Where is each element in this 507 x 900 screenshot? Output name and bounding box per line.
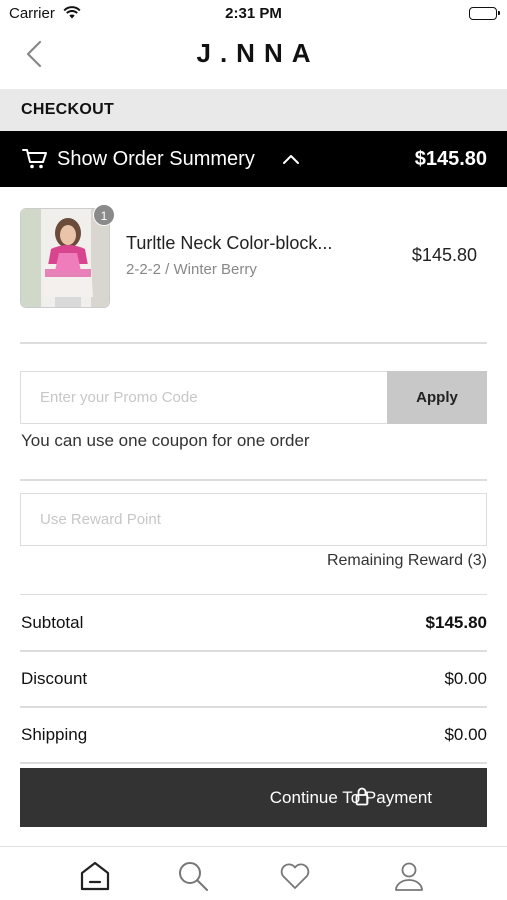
bottom-tab-bar: [0, 846, 507, 900]
shipping-value: $0.00: [444, 725, 487, 744]
home-icon: [80, 861, 110, 891]
subtotal-value: $145.80: [425, 613, 487, 632]
subtotal-label: Subtotal: [21, 613, 84, 632]
nav-bar: J.NNA: [0, 28, 507, 88]
divider: [20, 342, 487, 344]
divider: [20, 762, 487, 764]
divider: [20, 479, 487, 481]
cart-icon: [22, 148, 48, 175]
coupon-note: You can use one coupon for one order: [21, 431, 310, 450]
brand-logo: J.NNA: [196, 38, 320, 68]
product-name: Turltle Neck Color-block...: [126, 233, 333, 253]
apply-promo-button[interactable]: Apply: [387, 371, 487, 424]
order-summary-toggle[interactable]: Show Order Summery $145.80: [0, 131, 507, 187]
checkout-header: CHECKOUT: [0, 89, 507, 131]
reward-point-input[interactable]: [20, 493, 487, 546]
continue-button-label: Continue To Payment: [269, 788, 432, 807]
product-price: $145.80: [411, 245, 477, 265]
profile-icon: [395, 862, 423, 891]
chevron-up-icon: [282, 152, 300, 170]
lock-icon: [355, 787, 369, 811]
product-variant: 2-2-2 / Winter Berry: [126, 261, 257, 278]
cart-line-item[interactable]: 1 Turltle Neck Color-block... 2-2-2 / Wi…: [20, 204, 487, 310]
promo-code-input[interactable]: [20, 371, 387, 424]
tab-profile[interactable]: [392, 859, 426, 893]
shipping-label: Shipping: [21, 725, 88, 744]
battery-icon: [469, 7, 500, 20]
tab-search[interactable]: [176, 859, 210, 893]
discount-value: $0.00: [444, 669, 487, 688]
discount-row: Discount $0.00: [20, 651, 487, 707]
status-bar: Carrier 2:31 PM: [0, 0, 507, 28]
order-summary-label: Show Order Summery: [57, 148, 255, 170]
order-summary-total: $145.80: [414, 148, 487, 170]
tab-wishlist[interactable]: [278, 859, 312, 893]
quantity-badge: 1: [93, 204, 115, 226]
continue-to-payment-button[interactable]: Continue To Payment: [20, 768, 487, 827]
remaining-reward-label: Remaining Reward (3): [326, 552, 487, 569]
checkout-title: CHECKOUT: [21, 101, 115, 118]
heart-icon: [280, 863, 310, 889]
tab-home[interactable]: [78, 859, 112, 893]
shipping-row: Shipping $0.00: [20, 707, 487, 763]
subtotal-row: Subtotal $145.80: [20, 595, 487, 651]
search-icon: [179, 862, 208, 891]
discount-label: Discount: [21, 669, 88, 688]
status-time: 2:31 PM: [225, 5, 282, 22]
